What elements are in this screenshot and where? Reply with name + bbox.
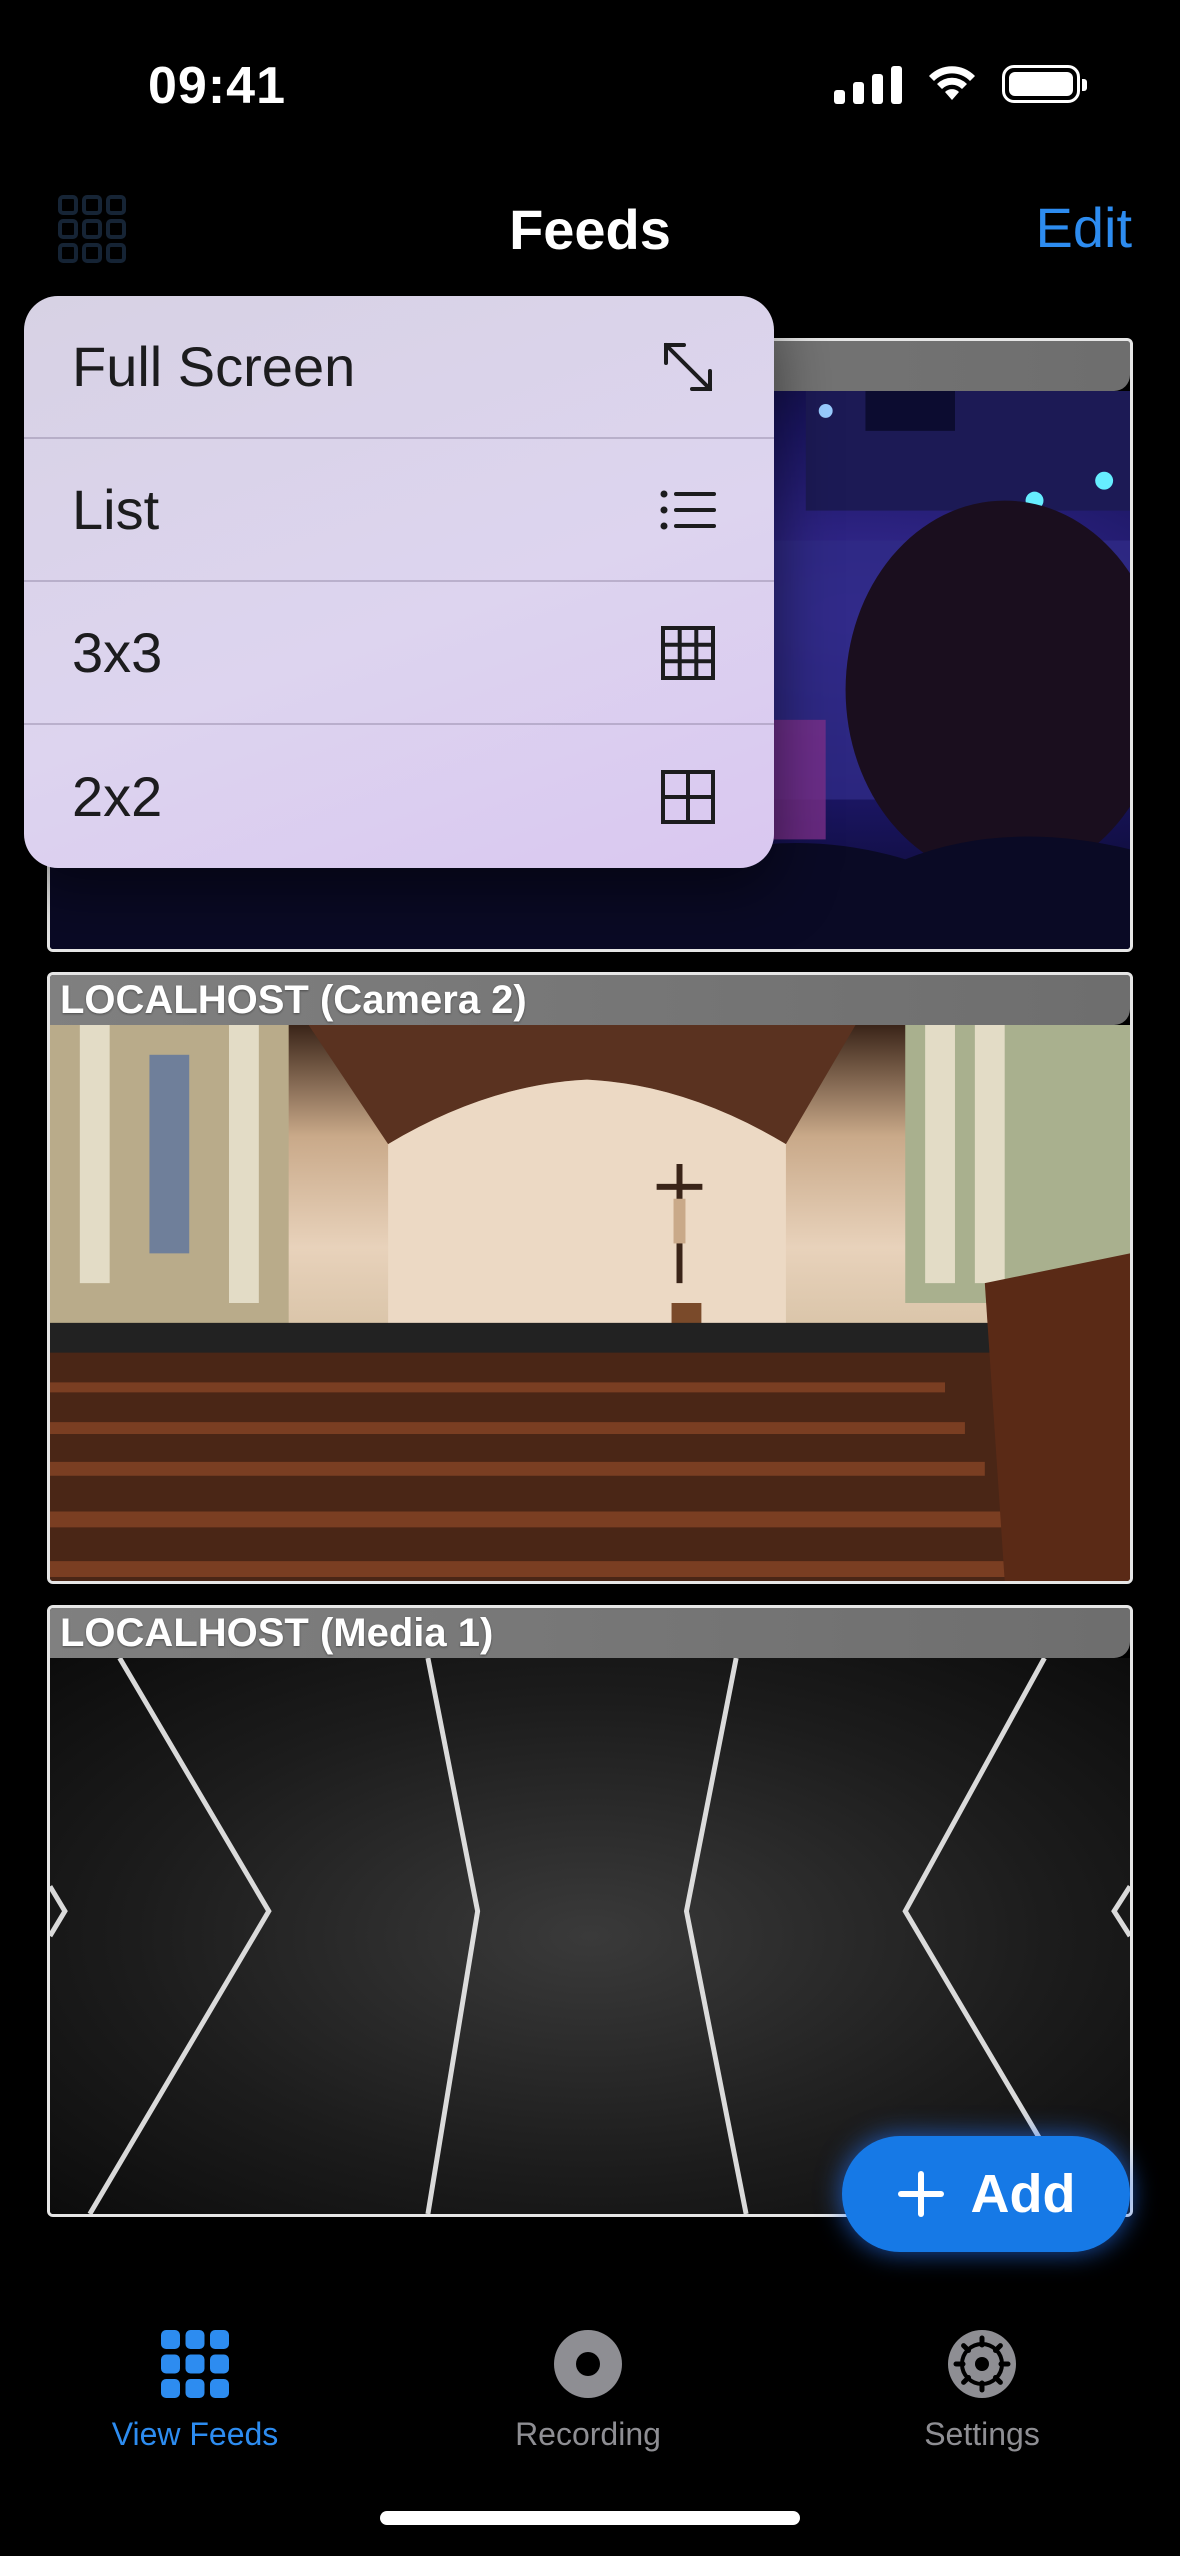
status-icons: [834, 64, 1087, 104]
feed-tile[interactable]: LOCALHOST (Camera 2): [47, 972, 1133, 1584]
grid-2x2-icon: [661, 769, 715, 824]
expand-icon: [664, 342, 712, 391]
edit-button[interactable]: Edit: [1036, 195, 1133, 260]
nav-bar: Feeds Edit: [0, 175, 1180, 280]
list-icon: [660, 490, 716, 529]
add-button[interactable]: Add: [842, 2136, 1130, 2252]
menu-item-label: 2x2: [72, 765, 163, 828]
tab-settings[interactable]: Settings: [832, 2326, 1132, 2453]
tab-label: Recording: [515, 2416, 661, 2452]
grid-3x3-icon: [661, 625, 715, 680]
feed-label: LOCALHOST (Media 1): [50, 1608, 1130, 1658]
record-icon: [554, 2330, 622, 2398]
menu-item-label: List: [72, 478, 160, 541]
tab-label: Settings: [924, 2416, 1040, 2452]
page-title: Feeds: [509, 198, 671, 261]
menu-item-list[interactable]: List: [24, 439, 774, 582]
cellular-signal-icon: [834, 64, 902, 104]
feed-video-media: [50, 1656, 1130, 2214]
plus-icon: [897, 2171, 944, 2217]
status-time: 09:41: [148, 57, 286, 115]
grid-icon: [161, 2330, 229, 2398]
tab-label: View Feeds: [111, 2416, 279, 2452]
tab-recording[interactable]: Recording: [438, 2326, 738, 2453]
feed-video-church: [50, 1025, 1130, 1581]
menu-item-label: 3x3: [72, 621, 163, 684]
wifi-icon: [929, 66, 975, 100]
menu-item-3x3[interactable]: 3x3: [24, 582, 774, 725]
menu-item-full-screen[interactable]: Full Screen: [24, 296, 774, 439]
add-button-label: Add: [970, 2164, 1076, 2224]
layout-menu: Full Screen List 3x3 2x2: [24, 296, 774, 868]
battery-icon: [1002, 65, 1087, 103]
feed-tile[interactable]: LOCALHOST (Media 1): [47, 1605, 1133, 2217]
tab-view-feeds[interactable]: View Feeds: [45, 2326, 345, 2453]
feed-label: LOCALHOST (Camera 2): [50, 975, 1130, 1025]
gear-icon: [948, 2330, 1016, 2398]
menu-item-label: Full Screen: [72, 335, 356, 398]
status-bar: 09:41: [0, 0, 1180, 175]
home-indicator: [380, 2511, 800, 2525]
menu-item-2x2[interactable]: 2x2: [24, 725, 774, 868]
